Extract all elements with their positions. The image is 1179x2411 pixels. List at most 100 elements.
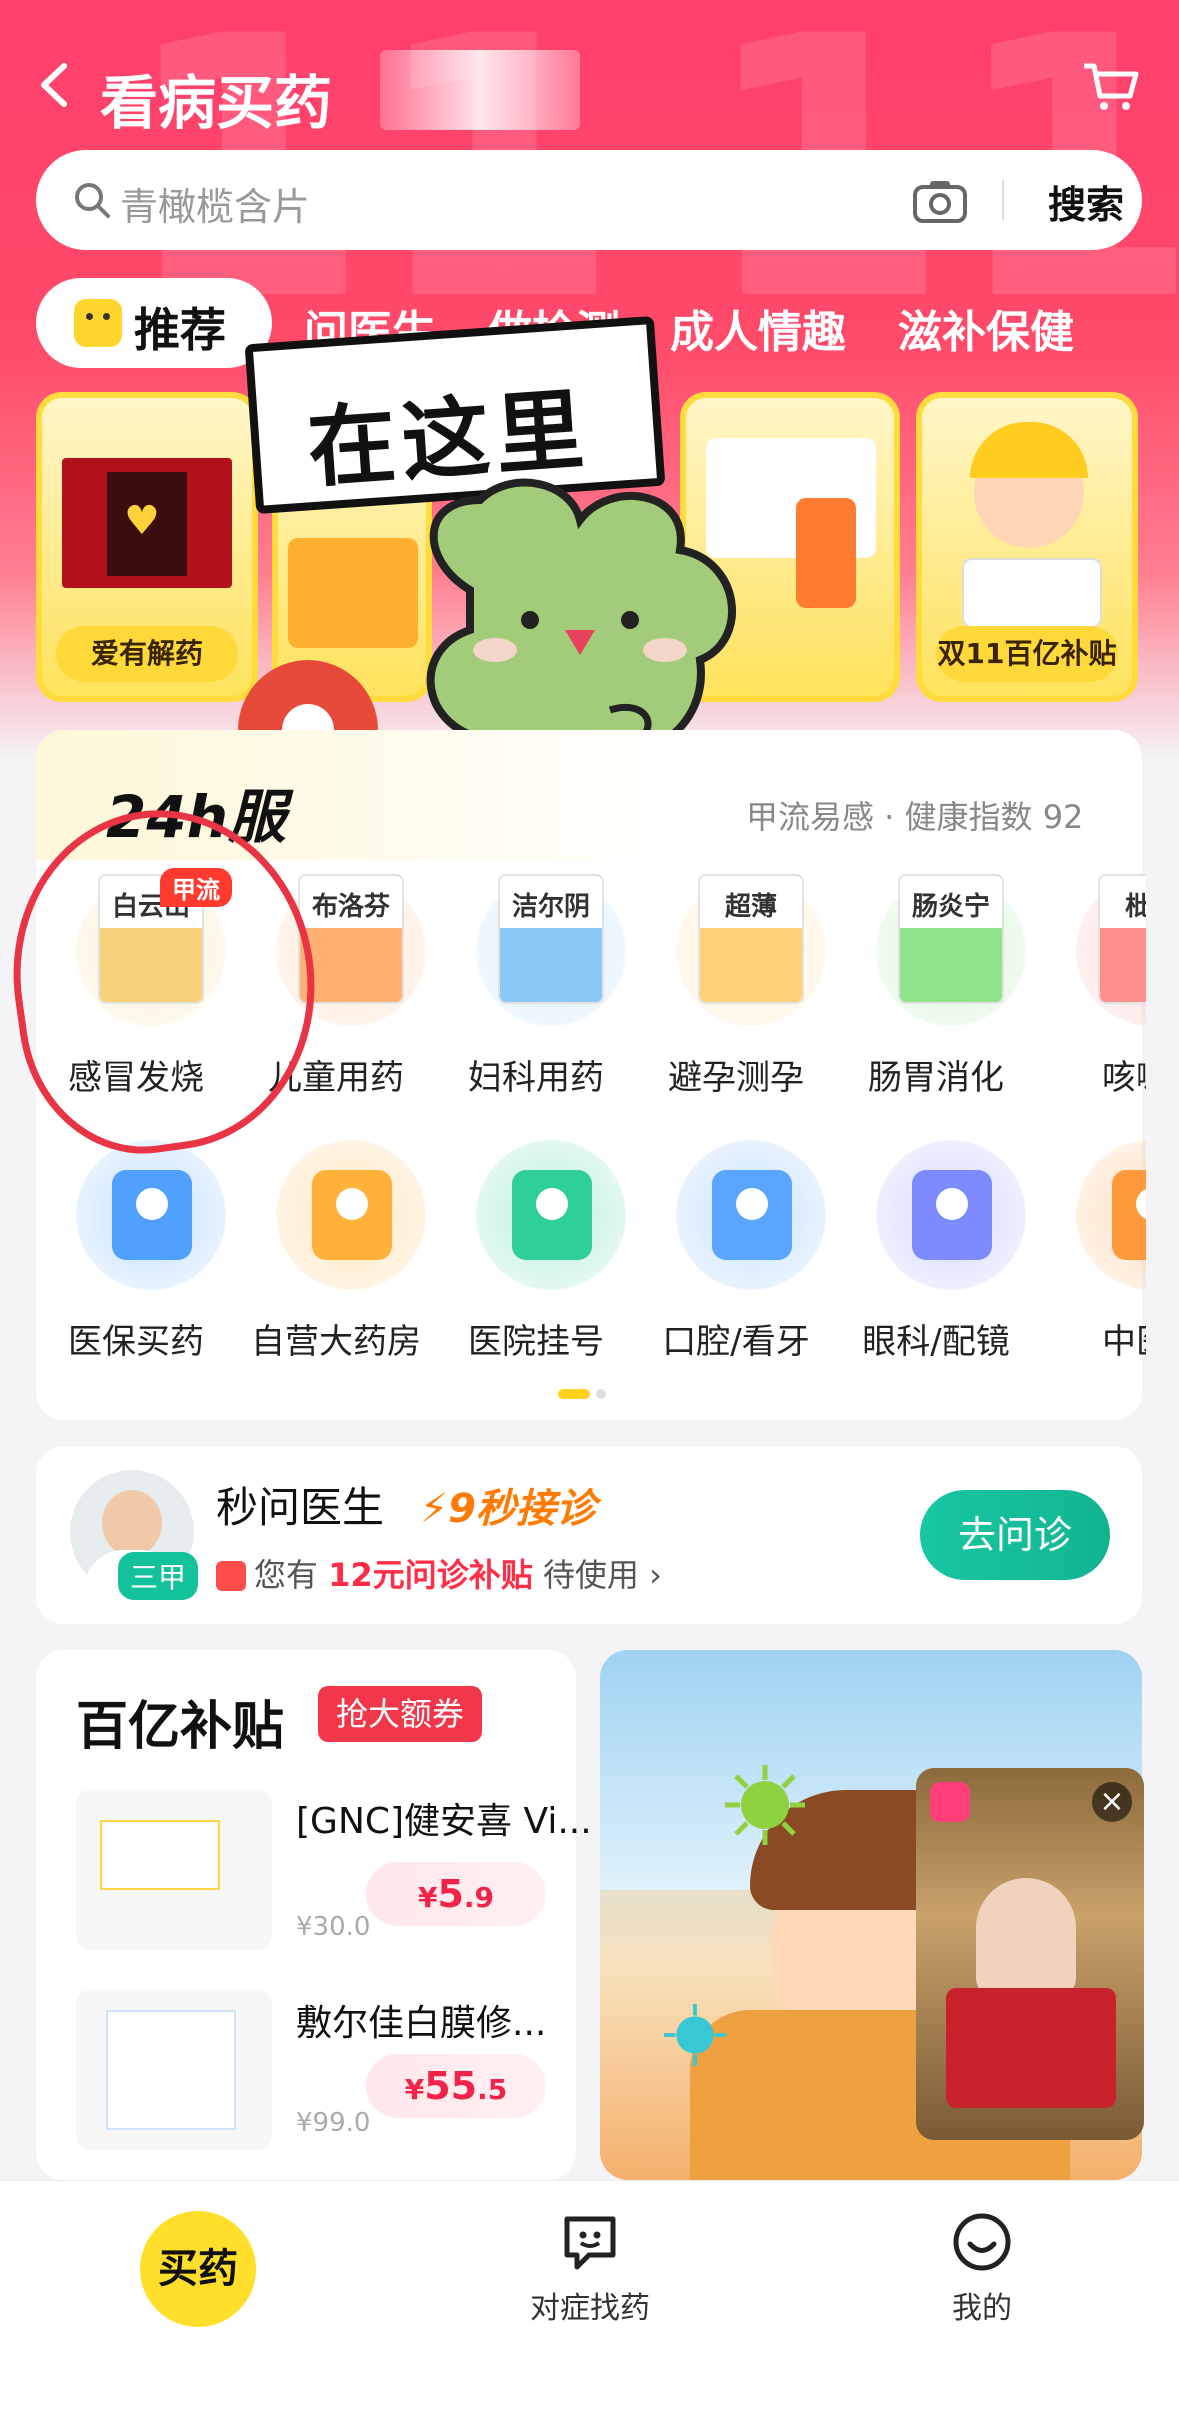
package-brand: 肠炎宁 xyxy=(911,892,990,922)
top-bar: 看病买药 xyxy=(0,40,1179,137)
dot-active xyxy=(558,1389,590,1399)
medicine-package: 洁尔阴 xyxy=(498,874,604,1004)
close-icon[interactable]: × xyxy=(1092,1782,1132,1822)
grid-item[interactable]: 中医 xyxy=(1036,1126,1146,1366)
hospital-badge: 三甲 xyxy=(118,1552,199,1600)
cart-icon[interactable] xyxy=(1080,58,1140,114)
medical-insurance-icon xyxy=(76,1140,226,1290)
medicine-box-image xyxy=(962,558,1102,628)
grid-item[interactable]: 医保买药 xyxy=(36,1126,236,1366)
grid-item-label: 咳嗽 xyxy=(1102,1058,1146,1098)
tab-health[interactable]: 滋补保健 xyxy=(898,296,1074,360)
grid-item[interactable]: 眼科/配镜 xyxy=(836,1126,1036,1366)
grid-item-label: 医院挂号 xyxy=(468,1322,604,1362)
doctor-card[interactable]: 三甲 秒问医生 ⚡9秒接诊 您有 12元问诊补贴 待使用 › 去问诊 xyxy=(36,1446,1142,1624)
promo-label: 爱有解药 xyxy=(56,626,238,682)
price-main: 5 xyxy=(437,1872,464,1916)
grid-item-label: 医保买药 xyxy=(68,1322,204,1362)
subsidy-title: 百亿补贴 xyxy=(76,1697,285,1757)
pharmacy-icon xyxy=(276,1140,426,1290)
subsidy-card: 百亿补贴 抢大额券 [GNC]健安喜 Vi... ¥5.9 ¥30.0 敷尔佳白… xyxy=(36,1650,592,2180)
promo-label: 双11百亿补贴 xyxy=(936,626,1118,682)
price-symbol: ¥ xyxy=(417,1881,438,1914)
price-decimal: .9 xyxy=(463,1881,495,1914)
virus-icon xyxy=(725,1765,805,1845)
search-bar[interactable]: 青橄榄含片 搜索 xyxy=(36,150,1142,250)
tab-symptom-label: 对症找药 xyxy=(530,2291,650,2326)
virus-icon xyxy=(663,2003,727,2067)
grid-item-label: 中医 xyxy=(1102,1322,1146,1362)
hospital-icon xyxy=(476,1140,626,1290)
grid-item[interactable]: 口腔/看牙 xyxy=(636,1126,836,1366)
grid-item-label: 肠胃消化 xyxy=(868,1058,1004,1098)
package-brand: 枇杷 xyxy=(1100,886,1146,923)
tab-adult[interactable]: 成人情趣 xyxy=(670,296,846,360)
tab-recommend[interactable]: 推荐 xyxy=(36,278,272,368)
doctor-title: 秒问医生 xyxy=(216,1483,385,1532)
consult-subsidy[interactable]: 您有 12元问诊补贴 待使用 › xyxy=(216,1550,662,1596)
product-name[interactable]: [GNC]健安喜 Vi... xyxy=(296,1792,592,1844)
product-price[interactable]: ¥55.5 xyxy=(366,2054,546,2118)
grid-item-label: 避孕测孕 xyxy=(668,1058,804,1098)
promo-love-card[interactable]: ♥ 爱有解药 xyxy=(36,392,258,702)
subsidy-amount: 12元问诊补贴 xyxy=(328,1556,533,1594)
medicine-package: 肠炎宁 xyxy=(898,874,1004,1004)
product-image[interactable] xyxy=(76,1790,272,1950)
tab-mine-label: 我的 xyxy=(952,2291,1012,2326)
grid-item-label: 眼科/配镜 xyxy=(862,1322,1010,1362)
grid-item-label: 妇科用药 xyxy=(468,1058,604,1098)
live-video-thumbnail[interactable]: × xyxy=(916,1768,1144,2140)
coupon-icon xyxy=(216,1561,246,1591)
grid-item[interactable]: 超薄避孕测孕 xyxy=(636,862,836,1102)
grid-item[interactable]: 洁尔阴妇科用药 xyxy=(436,862,636,1102)
presenter-image xyxy=(976,1878,1076,1998)
bottom-tab-bar: 买药 对症找药 我的 xyxy=(0,2180,1179,2411)
medicine-box-icon: 超薄 xyxy=(676,874,826,1026)
medicine-box-icon: 枇杷 xyxy=(1076,874,1146,1026)
grid-item[interactable]: 肠炎宁肠胃消化 xyxy=(836,862,1036,1102)
package-brand: 洁尔阴 xyxy=(511,892,590,922)
blurred-logo xyxy=(380,50,580,130)
consult-button[interactable]: 去问诊 xyxy=(920,1490,1110,1580)
subsidy-suffix: 待使用 › xyxy=(542,1556,662,1594)
price-decimal: .5 xyxy=(477,2073,508,2106)
medicine-box-icon: 肠炎宁 xyxy=(876,874,1026,1026)
product-old-price: ¥99.0 xyxy=(296,2108,371,2138)
back-icon[interactable] xyxy=(34,60,74,110)
tab-mine[interactable]: 我的 xyxy=(872,2211,1092,2327)
subsidy-prefix: 您有 xyxy=(254,1556,319,1594)
product-name[interactable]: 敷尔佳白膜修... xyxy=(296,1994,546,2046)
grid-item[interactable]: 医院挂号 xyxy=(436,1126,636,1366)
grid-item[interactable]: 自营大药房 xyxy=(236,1126,436,1366)
dot-inactive xyxy=(596,1389,606,1399)
tab-symptom[interactable]: 对症找药 xyxy=(480,2211,700,2327)
search-input[interactable]: 青橄榄含片 xyxy=(120,176,310,231)
grid-item-label: 自营大药房 xyxy=(251,1322,421,1362)
promo-double11-card[interactable]: 双11百亿补贴 xyxy=(916,392,1138,702)
page-title: 看病买药 xyxy=(100,69,333,137)
child-hat xyxy=(970,422,1088,478)
camera-icon[interactable] xyxy=(912,178,968,224)
eye-chart-icon xyxy=(876,1140,1026,1290)
product-old-price: ¥30.0 xyxy=(296,1912,371,1942)
smile-icon xyxy=(953,2213,1011,2271)
syrup-bottle-image xyxy=(796,498,856,608)
search-button[interactable]: 搜索 xyxy=(1048,174,1124,229)
grid-item[interactable]: 枇杷咳嗽 xyxy=(1036,862,1146,1102)
price-symbol: ¥ xyxy=(404,2073,425,2106)
product-box-image xyxy=(946,1988,1116,2108)
smile-face-icon xyxy=(74,299,122,347)
product-price[interactable]: ¥5.9 xyxy=(366,1862,546,1926)
flu-index-link[interactable]: 甲流易感 · 健康指数 92 xyxy=(746,792,1083,838)
page-dots xyxy=(558,1384,606,1403)
tooth-icon xyxy=(676,1140,826,1290)
search-divider xyxy=(1002,180,1004,220)
price-main: 55 xyxy=(424,2064,478,2108)
medicine-package: 枇杷 xyxy=(1098,874,1146,1004)
herb-icon xyxy=(1076,1140,1146,1290)
product-image[interactable] xyxy=(76,1990,272,2150)
tab-recommend-label: 推荐 xyxy=(134,303,226,357)
coupon-badge[interactable]: 抢大额券 xyxy=(318,1686,483,1742)
tab-buy-medicine[interactable]: 买药 xyxy=(140,2211,256,2327)
fast-consult-label: ⚡9秒接诊 xyxy=(420,1486,596,1532)
